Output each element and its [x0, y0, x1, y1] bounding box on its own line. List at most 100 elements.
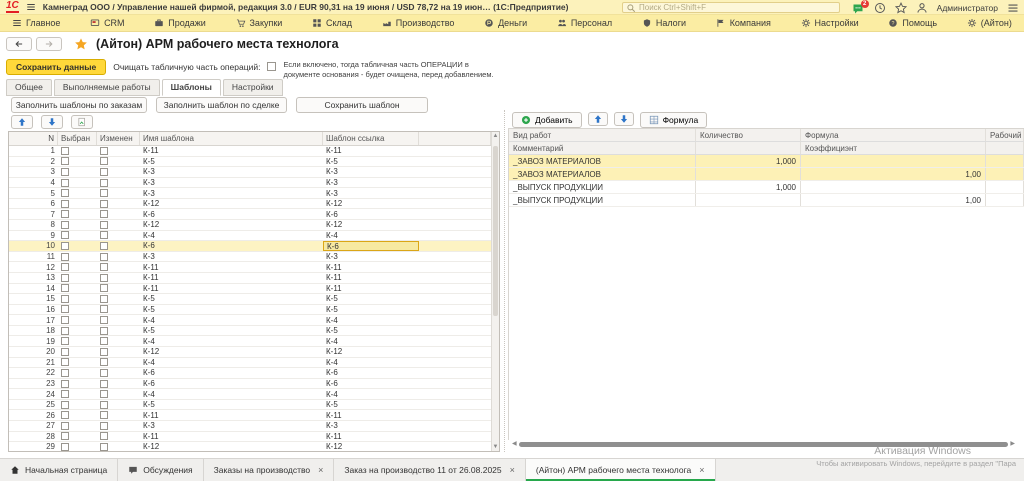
template-ref-cell[interactable]: К-11: [323, 262, 419, 272]
col-header-template-ref[interactable]: Шаблон ссылка: [323, 132, 419, 145]
workcenter-cell[interactable]: [986, 181, 1024, 193]
save-data-button[interactable]: Сохранить данные: [6, 59, 106, 75]
template-ref-cell[interactable]: К-3: [323, 252, 419, 262]
selected-checkbox[interactable]: [58, 305, 97, 315]
modified-checkbox[interactable]: [97, 209, 140, 219]
template-ref-cell[interactable]: К-11: [323, 410, 419, 420]
selected-checkbox[interactable]: [58, 410, 97, 420]
template-name-cell[interactable]: К-12: [140, 442, 323, 452]
menu-item-персонал[interactable]: Персонал: [557, 18, 612, 28]
modified-checkbox[interactable]: [97, 231, 140, 241]
selected-checkbox[interactable]: [58, 294, 97, 304]
template-ref-cell[interactable]: К-11: [323, 146, 419, 156]
history-icon[interactable]: [874, 2, 886, 14]
work-row[interactable]: _ВЫПУСК ПРОДУКЦИИ1,000: [509, 181, 1024, 194]
scroll-down-arrow-icon[interactable]: ▼: [492, 444, 499, 450]
template-row[interactable]: 19К-4К-4: [9, 336, 499, 347]
col-header-workcenter[interactable]: Рабочий центр: [986, 129, 1024, 141]
col-header-work-type[interactable]: Вид работ: [509, 129, 696, 141]
template-name-cell[interactable]: К-4: [140, 315, 323, 325]
works-move-up-button[interactable]: [588, 112, 608, 126]
template-row[interactable]: 8К-12К-12: [9, 220, 499, 231]
work-comment-row[interactable]: _ВЫПУСК ПРОДУКЦИИ1,00: [509, 194, 1024, 207]
taskbar-tab[interactable]: Обсуждения: [118, 459, 203, 481]
hscrollbar-thumb[interactable]: [519, 442, 1009, 447]
menu-item-настройки[interactable]: Настройки: [801, 18, 859, 28]
modified-checkbox[interactable]: [97, 379, 140, 389]
taskbar-tab[interactable]: Заказы на производство×: [204, 459, 335, 481]
template-ref-cell[interactable]: К-6: [323, 368, 419, 378]
menu-item-склад[interactable]: Склад: [312, 18, 352, 28]
modified-checkbox[interactable]: [97, 273, 140, 283]
panel-splitter[interactable]: [504, 110, 506, 452]
menu-item-деньги[interactable]: Деньги: [484, 18, 527, 28]
selected-checkbox[interactable]: [58, 326, 97, 336]
col-header-n[interactable]: N: [9, 132, 58, 145]
template-name-cell[interactable]: К-3: [140, 178, 323, 188]
modified-checkbox[interactable]: [97, 410, 140, 420]
notifications-icon[interactable]: 2: [852, 2, 865, 14]
quantity-cell[interactable]: 1,000: [696, 181, 801, 193]
selected-checkbox[interactable]: [58, 188, 97, 198]
hamburger-icon[interactable]: [26, 2, 36, 12]
template-row[interactable]: 15К-5К-5: [9, 294, 499, 305]
selected-checkbox[interactable]: [58, 336, 97, 346]
menu-item-компания[interactable]: Компания: [716, 18, 771, 28]
tab-общее[interactable]: Общее: [6, 79, 52, 96]
template-row[interactable]: 28К-11К-11: [9, 432, 499, 443]
template-name-cell[interactable]: К-4: [140, 336, 323, 346]
comment-cell[interactable]: _ЗАВОЗ МАТЕРИАЛОВ: [509, 168, 696, 180]
template-name-cell[interactable]: К-3: [140, 188, 323, 198]
save-template-button[interactable]: Сохранить шаблон: [296, 97, 428, 113]
template-name-cell[interactable]: К-3: [140, 167, 323, 177]
forward-button[interactable]: [36, 37, 62, 51]
template-row[interactable]: 6К-12К-12: [9, 199, 499, 210]
template-name-cell[interactable]: К-12: [140, 220, 323, 230]
favorites-star-icon[interactable]: [895, 2, 907, 14]
modified-checkbox[interactable]: [97, 305, 140, 315]
menu-item--айтон-[interactable]: (Айтон): [967, 18, 1012, 28]
modified-checkbox[interactable]: [97, 157, 140, 167]
modified-checkbox[interactable]: [97, 389, 140, 399]
template-name-cell[interactable]: К-6: [140, 241, 323, 251]
selected-checkbox[interactable]: [58, 178, 97, 188]
modified-checkbox[interactable]: [97, 315, 140, 325]
template-ref-cell[interactable]: К-12: [323, 442, 419, 452]
template-row[interactable]: 29К-12К-12: [9, 442, 499, 452]
template-row[interactable]: 22К-6К-6: [9, 368, 499, 379]
template-ref-cell[interactable]: К-6: [323, 241, 419, 251]
fill-templates-by-orders-button[interactable]: Заполнить шаблоны по заказам: [11, 97, 147, 113]
modified-checkbox[interactable]: [97, 358, 140, 368]
work-row[interactable]: _ЗАВОЗ МАТЕРИАЛОВ1,000: [509, 155, 1024, 168]
taskbar-tab[interactable]: Начальная страница: [0, 459, 118, 481]
workcenter-cell[interactable]: [986, 155, 1024, 167]
modified-checkbox[interactable]: [97, 220, 140, 230]
template-row[interactable]: 12К-11К-11: [9, 262, 499, 273]
template-row[interactable]: 11К-3К-3: [9, 252, 499, 263]
scroll-up-arrow-icon[interactable]: ▲: [492, 133, 499, 139]
selected-checkbox[interactable]: [58, 379, 97, 389]
quantity-cell[interactable]: 1,000: [696, 155, 801, 167]
work-type-cell[interactable]: _ВЫПУСК ПРОДУКЦИИ: [509, 181, 696, 193]
template-ref-cell[interactable]: К-5: [323, 294, 419, 304]
templates-table-header[interactable]: N Выбран Изменен Имя шаблона Шаблон ссыл…: [9, 132, 499, 146]
template-row[interactable]: 10К-6К-6: [9, 241, 499, 252]
coefficient-cell[interactable]: 1,00: [801, 168, 986, 180]
template-ref-cell[interactable]: К-12: [323, 199, 419, 209]
modified-checkbox[interactable]: [97, 146, 140, 156]
modified-checkbox[interactable]: [97, 188, 140, 198]
template-name-cell[interactable]: К-11: [140, 410, 323, 420]
template-ref-cell[interactable]: К-11: [323, 284, 419, 294]
works-header-row1[interactable]: Вид работ Количество Формула Рабочий цен…: [509, 129, 1024, 142]
modified-checkbox[interactable]: [97, 178, 140, 188]
template-name-cell[interactable]: К-3: [140, 252, 323, 262]
works-move-down-button[interactable]: [614, 112, 634, 126]
selected-checkbox[interactable]: [58, 167, 97, 177]
template-name-cell[interactable]: К-11: [140, 146, 323, 156]
template-row[interactable]: 23К-6К-6: [9, 379, 499, 390]
template-name-cell[interactable]: К-4: [140, 389, 323, 399]
col-header-modified[interactable]: Изменен: [97, 132, 140, 145]
user-icon[interactable]: [916, 2, 928, 14]
back-button[interactable]: [6, 37, 32, 51]
main-menu-icon[interactable]: [1007, 2, 1019, 14]
